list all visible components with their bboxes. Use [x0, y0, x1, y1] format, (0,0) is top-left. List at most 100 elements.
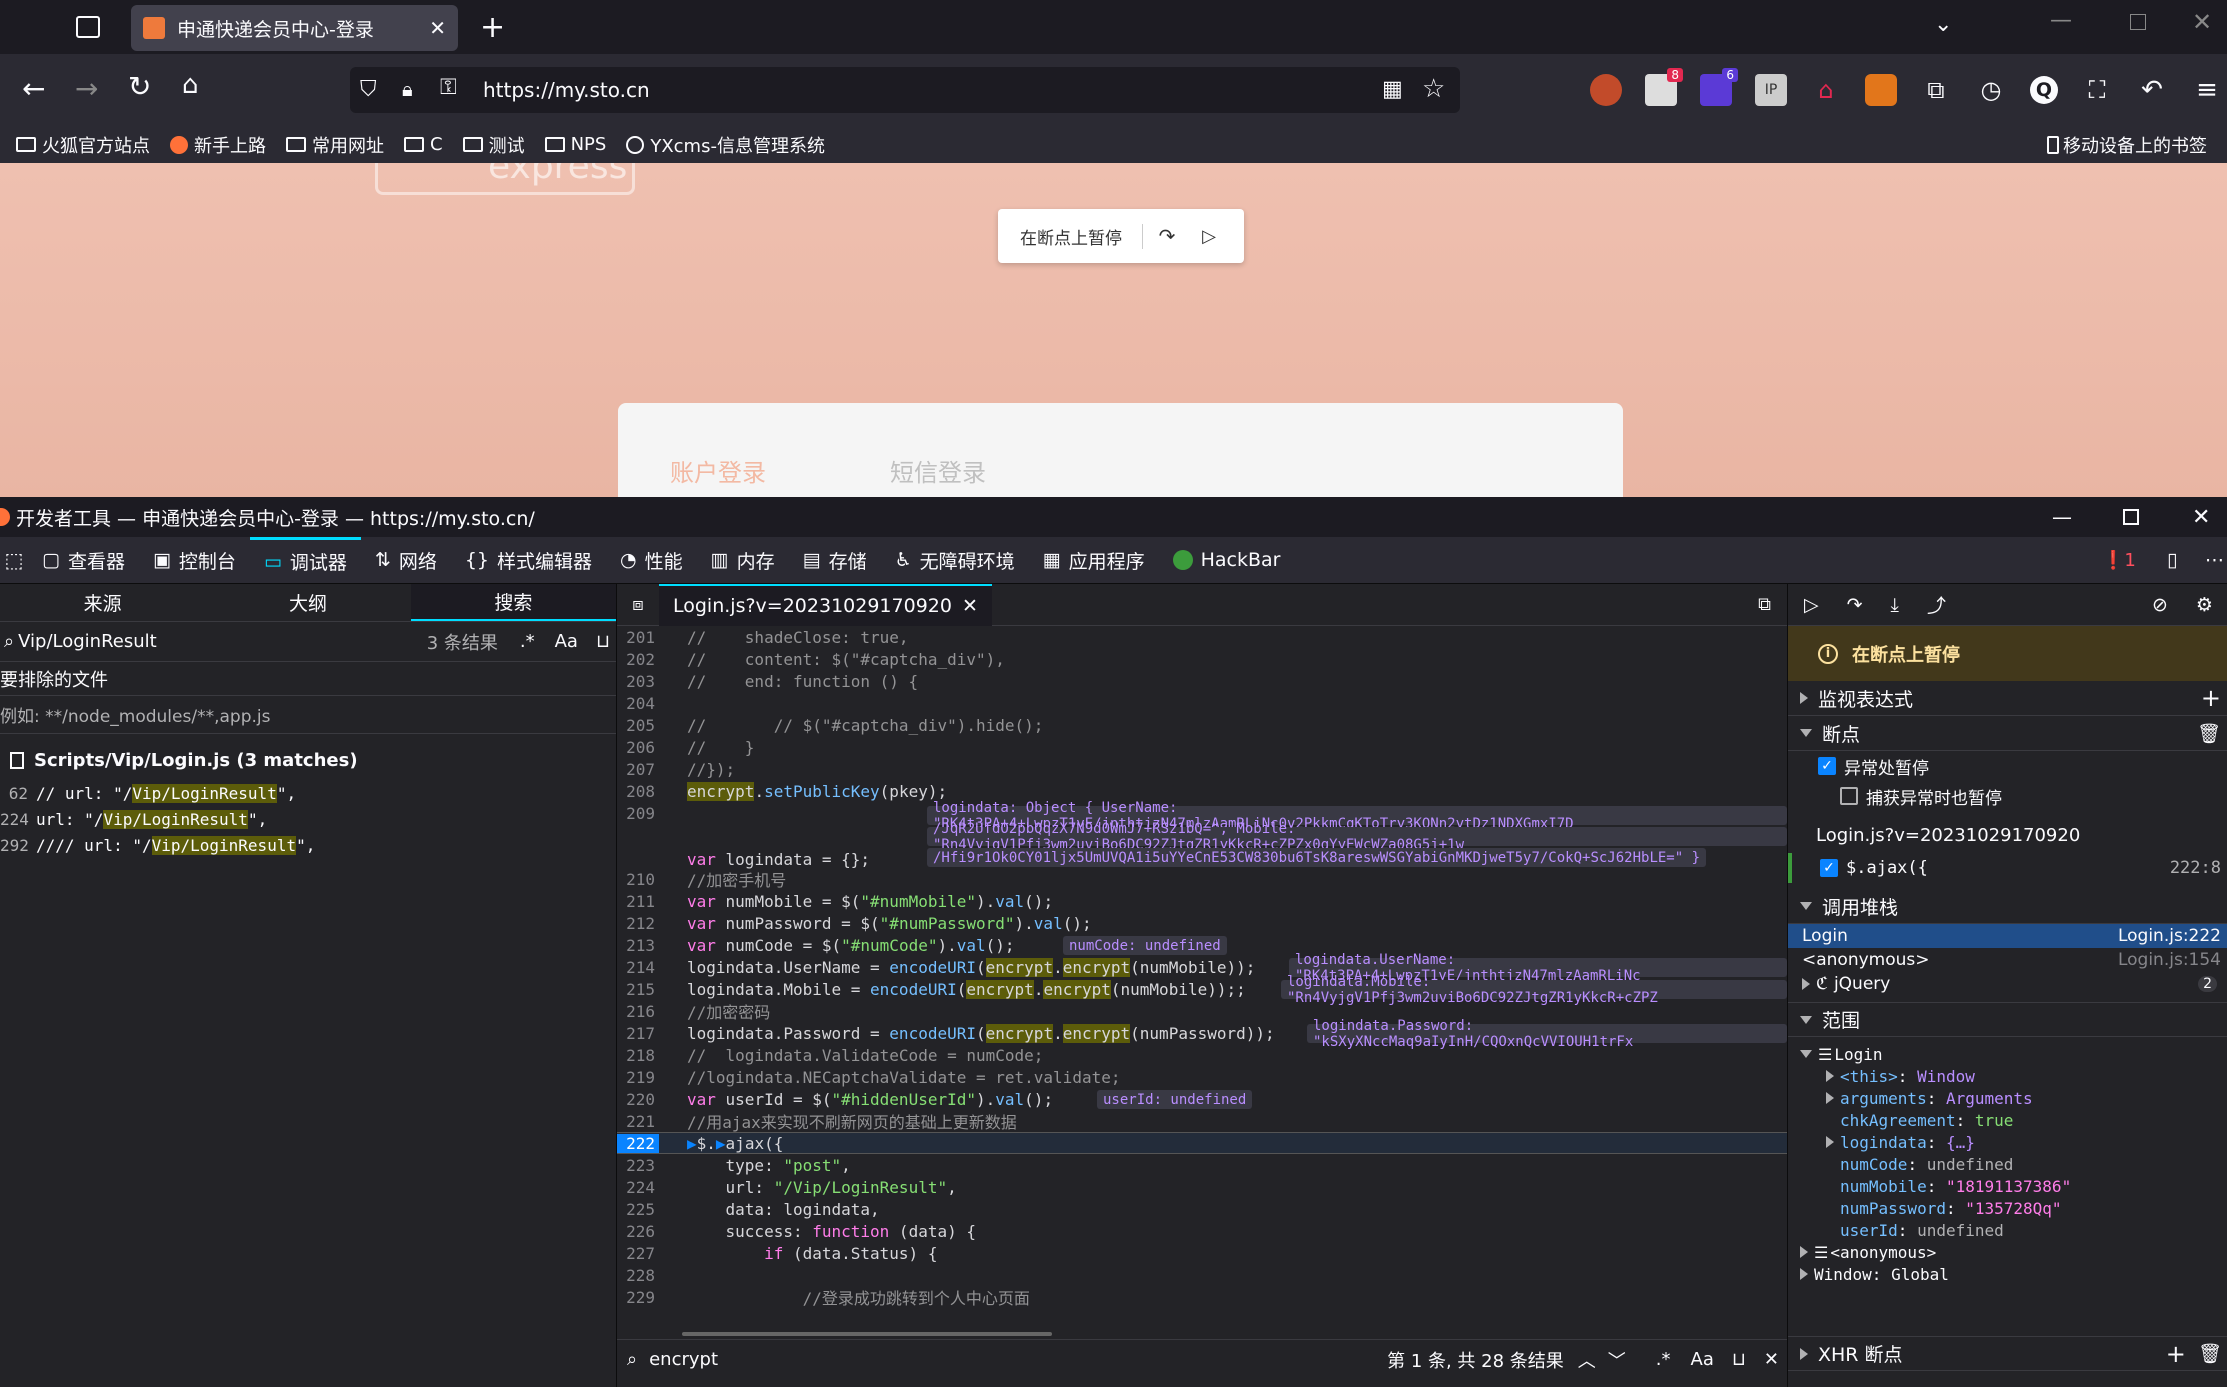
- pause-on-exceptions[interactable]: ✓ 异常处暂停: [1788, 751, 2227, 781]
- breakpoint-item[interactable]: ✓ $.ajax({ 222:8: [1788, 853, 2227, 883]
- tab-account-login[interactable]: 账户登录: [670, 453, 766, 488]
- bookmark-item[interactable]: 火狐官方站点: [16, 132, 150, 158]
- trash-icon[interactable]: 🗑︎: [2198, 1342, 2222, 1365]
- tab-style-editor[interactable]: {} 样式编辑器: [451, 537, 606, 584]
- error-count[interactable]: ❗1: [2102, 550, 2136, 571]
- section-call-stack[interactable]: 调用堆栈: [1788, 889, 2227, 924]
- step-out-icon[interactable]: ⤴: [1927, 591, 1946, 618]
- tab-console[interactable]: ▣ 控制台: [139, 537, 250, 584]
- toggle-sidebar-icon[interactable]: ⧈: [617, 594, 659, 615]
- maximize-window-icon[interactable]: [2130, 14, 2146, 30]
- bookmark-item[interactable]: YXcms-信息管理系统: [626, 132, 825, 158]
- pause-on-caught[interactable]: 捕获异常时也暂停: [1788, 781, 2227, 811]
- close-window-icon[interactable]: ✕: [2192, 8, 2212, 36]
- scope-var[interactable]: numCode: undefined: [1788, 1153, 2227, 1175]
- pick-element-icon[interactable]: ⬚: [0, 548, 28, 572]
- list-item[interactable]: 224 url: "/Vip/LoginResult ",: [0, 806, 616, 832]
- back-icon[interactable]: ←: [22, 72, 45, 105]
- resume-icon[interactable]: ▷: [1804, 594, 1819, 616]
- bookmark-item[interactable]: C: [404, 134, 443, 155]
- url-text[interactable]: https://my.sto.cn: [483, 78, 650, 102]
- tab-search[interactable]: 搜索: [410, 584, 616, 621]
- history-clock-icon[interactable]: ◷: [1975, 74, 2007, 106]
- close-tab-icon[interactable]: ✕: [429, 16, 446, 40]
- exclude-label[interactable]: 要排除的文件: [0, 662, 616, 696]
- extension-gamepad-icon[interactable]: ⌂: [1810, 74, 1842, 106]
- extension-ip-icon[interactable]: IP: [1755, 74, 1787, 106]
- close-search-icon[interactable]: ✕: [1764, 1349, 1779, 1370]
- resume-icon[interactable]: ▷: [1191, 226, 1227, 247]
- list-all-tabs-icon[interactable]: ⌄: [1934, 12, 1952, 37]
- bookmark-item[interactable]: 新手上路: [170, 132, 266, 158]
- tab-sources[interactable]: 来源: [0, 584, 205, 621]
- result-file[interactable]: Scripts/Vip/Login.js (3 matches): [0, 740, 616, 780]
- tab-accessibility[interactable]: ♿︎ 无障碍环境: [881, 537, 1029, 584]
- section-xhr-breakpoints[interactable]: XHR 断点 + 🗑︎: [1788, 1336, 2227, 1371]
- step-in-icon[interactable]: ⤓: [1891, 594, 1899, 616]
- next-result-icon[interactable]: ﹀: [1608, 1347, 1626, 1373]
- case-toggle-icon[interactable]: Aa: [1691, 1349, 1714, 1370]
- scope-anonymous[interactable]: ☰ <anonymous>: [1788, 1241, 2227, 1263]
- code-view[interactable]: 201// shadeClose: true, 202// content: $…: [617, 626, 1787, 1326]
- minimize-devtools-icon[interactable]: —: [2052, 505, 2072, 529]
- scope-var[interactable]: numPassword: "135728Qq": [1788, 1197, 2227, 1219]
- forward-icon[interactable]: →: [75, 72, 98, 105]
- editor-search-input[interactable]: encrypt: [649, 1349, 1387, 1370]
- tab-application[interactable]: ▦ 应用程序: [1029, 537, 1159, 584]
- extension-metamask-icon[interactable]: [1865, 74, 1897, 106]
- tab-storage[interactable]: ▤ 存储: [789, 537, 881, 584]
- close-tab-icon[interactable]: ✕: [962, 595, 978, 617]
- toggle-right-panel-icon[interactable]: ⧉: [1758, 594, 1771, 615]
- tab-sms-login[interactable]: 短信登录: [890, 453, 986, 488]
- exclude-input[interactable]: 例如: **/node_modules/**,app.js: [0, 696, 616, 734]
- horizontal-scrollbar[interactable]: [682, 1332, 1052, 1336]
- section-scopes[interactable]: 范围: [1788, 1002, 2227, 1037]
- scope-var[interactable]: arguments: Arguments: [1788, 1087, 2227, 1109]
- whole-word-toggle-icon[interactable]: ⊔: [596, 631, 610, 652]
- checkbox-checked[interactable]: ✓: [1820, 859, 1838, 877]
- tab-memory[interactable]: ▥ 内存: [697, 537, 789, 584]
- editor-tab[interactable]: Login.js?v=20231029170920 ✕: [659, 583, 992, 626]
- tab-overview-icon[interactable]: [76, 16, 100, 38]
- list-item[interactable]: 62 // url: "/Vip/LoginResult ",: [0, 780, 616, 806]
- stack-frame-selected[interactable]: Login Login.js:222: [1788, 924, 2227, 948]
- scope-window[interactable]: Window: Global: [1788, 1263, 2227, 1285]
- minimize-window-icon[interactable]: —: [2050, 8, 2072, 33]
- tab-network[interactable]: ⇅ 网络: [361, 537, 451, 584]
- tab-hackbar[interactable]: HackBar: [1159, 537, 1295, 584]
- regex-toggle-icon[interactable]: .*: [1656, 1349, 1671, 1370]
- screenshot-crop-icon[interactable]: ⛶: [2081, 74, 2113, 106]
- search-input[interactable]: Vip/LoginResult: [18, 631, 427, 652]
- scope-login[interactable]: ☰ Login: [1788, 1043, 2227, 1065]
- close-devtools-icon[interactable]: ✕: [2192, 505, 2210, 530]
- stack-frame[interactable]: <anonymous> Login.js:154: [1788, 948, 2227, 972]
- bookmark-item[interactable]: 常用网址: [286, 132, 384, 158]
- url-bar[interactable]: ⛉ 🔒︎ ⚿ https://my.sto.cn ▦ ☆: [350, 67, 1460, 113]
- step-over-icon[interactable]: ↷: [1143, 224, 1191, 248]
- whole-word-toggle-icon[interactable]: ⊔: [1732, 1349, 1746, 1370]
- more-options-icon[interactable]: ⋯: [2205, 549, 2224, 571]
- home-icon[interactable]: ⌂: [182, 70, 199, 100]
- tab-inspector[interactable]: ▢ 查看器: [28, 537, 139, 584]
- trash-icon[interactable]: 🗑︎: [2197, 722, 2221, 745]
- dock-icon[interactable]: ▯: [2167, 549, 2177, 571]
- previous-result-icon[interactable]: ︿: [1578, 1347, 1596, 1373]
- checkbox-checked[interactable]: ✓: [1818, 757, 1836, 775]
- browser-tab-active[interactable]: 申通快递会员中心-登录 ✕: [131, 5, 458, 51]
- lock-icon[interactable]: 🔒︎: [402, 77, 413, 101]
- scope-var[interactable]: logindata: {…}: [1788, 1131, 2227, 1153]
- bookmark-item[interactable]: NPS: [544, 134, 606, 155]
- key-icon[interactable]: ⚿: [440, 75, 457, 100]
- scope-var[interactable]: chkAgreement: true: [1788, 1109, 2227, 1131]
- tab-performance[interactable]: ◔ 性能: [606, 537, 697, 584]
- add-xhr-icon[interactable]: +: [2166, 1340, 2186, 1368]
- deactivate-breakpoints-icon[interactable]: ⊘: [2152, 594, 2168, 616]
- app-menu-icon[interactable]: ≡: [2191, 74, 2223, 106]
- regex-toggle-icon[interactable]: .*: [520, 631, 535, 652]
- section-breakpoints[interactable]: 断点 🗑︎: [1788, 716, 2227, 751]
- extension-fox-icon[interactable]: [1590, 74, 1622, 106]
- new-tab-icon[interactable]: +: [480, 10, 505, 45]
- tracking-protection-icon[interactable]: ⛉: [360, 77, 377, 102]
- extension-q-icon[interactable]: Q: [2030, 76, 2058, 104]
- qr-code-icon[interactable]: ▦: [1382, 77, 1403, 102]
